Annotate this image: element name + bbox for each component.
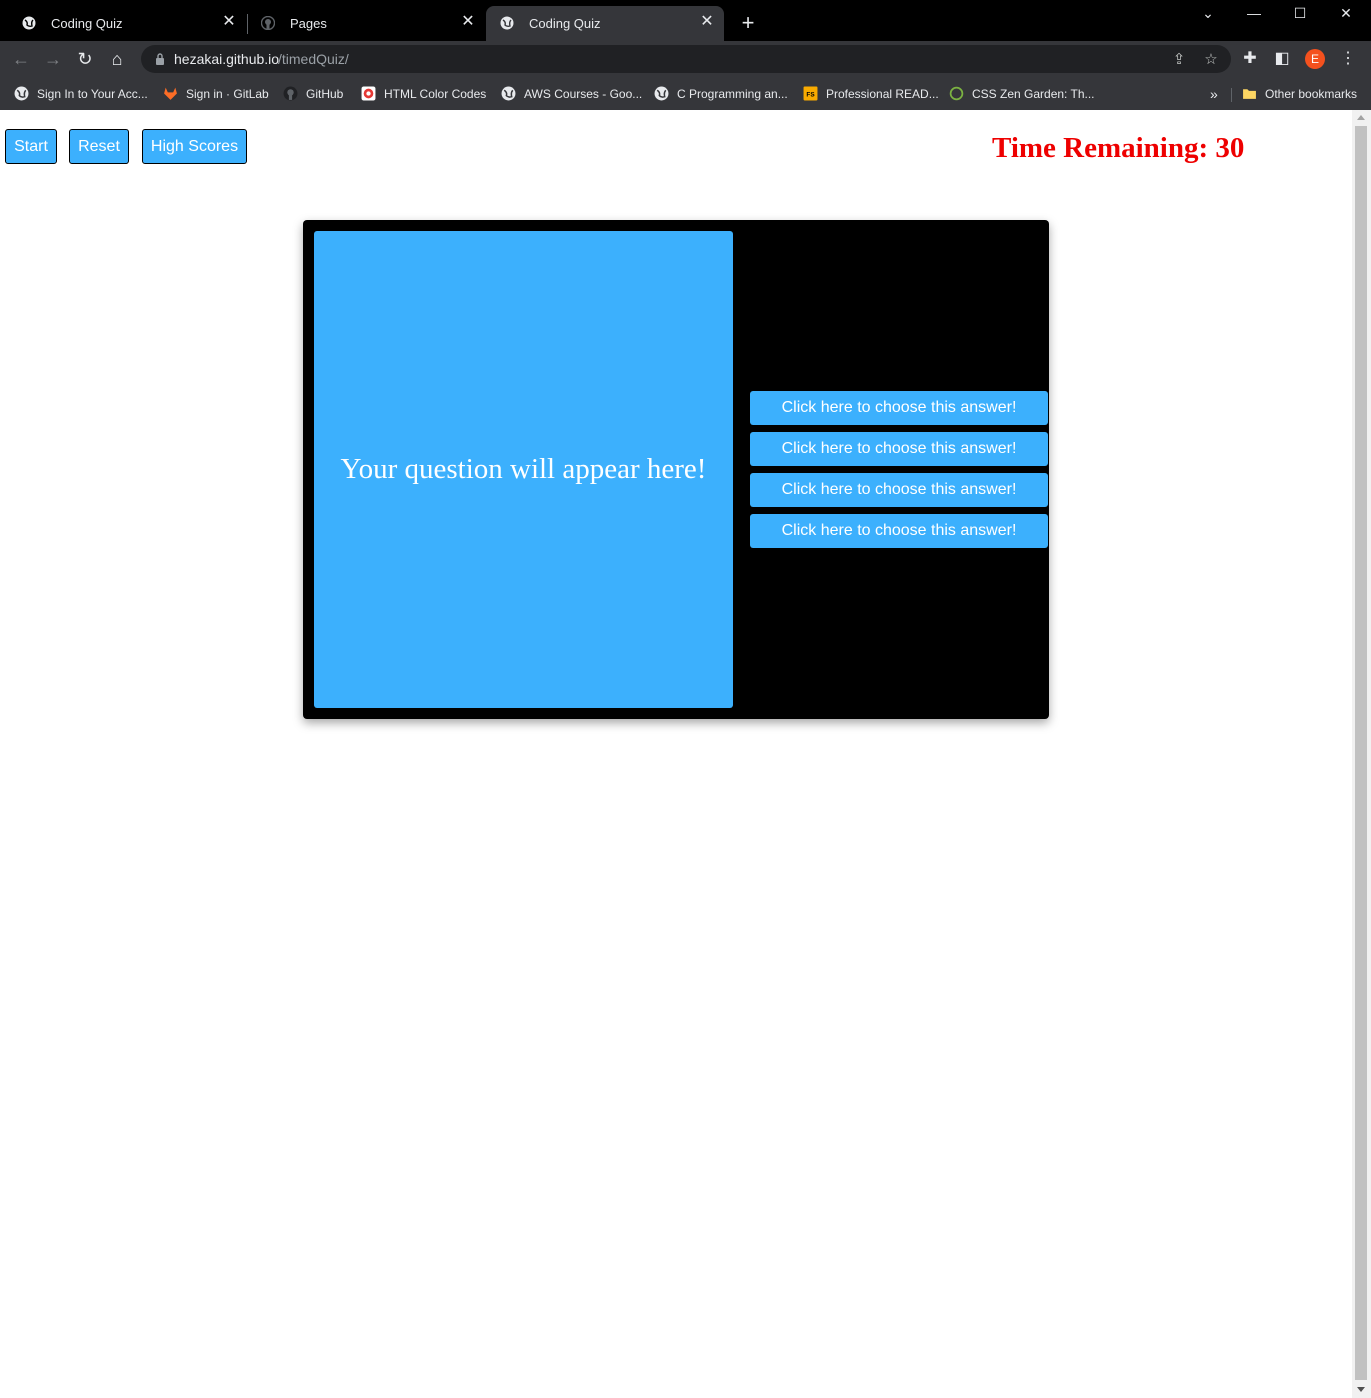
close-window-icon[interactable]: ✕ — [1330, 4, 1362, 24]
tab-pages[interactable]: Pages ✕ — [247, 6, 485, 41]
svg-text:FS: FS — [806, 92, 815, 99]
bookmark-label: Sign in · GitLab — [186, 87, 269, 101]
bookmarks-bar: Sign In to Your Acc... Sign in · GitLab … — [0, 77, 1371, 110]
start-button[interactable]: Start — [5, 129, 57, 164]
folder-icon — [1243, 89, 1256, 100]
bookmark-item[interactable]: Sign In to Your Acc... — [14, 83, 148, 105]
globe-icon — [500, 16, 514, 30]
back-icon[interactable]: ← — [9, 47, 33, 71]
other-bookmarks-label: Other bookmarks — [1265, 87, 1358, 101]
reset-button[interactable]: Reset — [69, 129, 129, 164]
menu-icon[interactable]: ⋮ — [1336, 47, 1360, 71]
bookmark-item[interactable]: AWS Courses - Goo... — [501, 83, 642, 105]
bookmarks-separator — [1231, 88, 1232, 102]
html-color-codes-icon — [361, 86, 376, 101]
globe-icon — [654, 86, 669, 101]
bookmark-item[interactable]: CSS Zen Garden: Th... — [949, 83, 1095, 105]
time-remaining: Time Remaining: 30 — [992, 132, 1245, 164]
browser-toolbar: ← → ↻ ⌂ hezakai.github.io /timedQuiz/ ⇪ … — [0, 41, 1371, 77]
github-icon — [261, 16, 275, 30]
maximize-icon[interactable]: ☐ — [1284, 4, 1316, 24]
tab-search-chevron-icon[interactable]: ⌄ — [1192, 4, 1224, 24]
bookmark-label: C Programming an... — [677, 87, 788, 101]
scrollbar-thumb[interactable] — [1355, 126, 1367, 1380]
bookmark-label: CSS Zen Garden: Th... — [972, 87, 1095, 101]
globe-icon — [14, 86, 29, 101]
high-scores-button[interactable]: High Scores — [142, 129, 247, 164]
tab-coding-quiz-1[interactable]: Coding Quiz ✕ — [8, 6, 246, 41]
answer-button-3[interactable]: Click here to choose this answer! — [750, 473, 1048, 507]
bookmark-label: AWS Courses - Goo... — [524, 87, 643, 101]
url-host: hezakai.github.io — [174, 51, 280, 67]
answer-button-1[interactable]: Click here to choose this answer! — [750, 391, 1048, 425]
reload-icon[interactable]: ↻ — [73, 47, 97, 71]
browser-chrome: Coding Quiz ✕ Pages ✕ Coding Quiz ✕ + ⌄ … — [0, 0, 1371, 110]
answer-button-4[interactable]: Click here to choose this answer! — [750, 514, 1048, 548]
gitlab-icon — [164, 87, 177, 101]
github-icon — [283, 86, 298, 101]
bookmark-item[interactable]: FS Professional READ... — [803, 83, 939, 105]
tab-title: Coding Quiz — [529, 16, 601, 31]
lock-icon — [156, 53, 164, 65]
extensions-icon[interactable]: ✚ — [1238, 47, 1262, 71]
url-path: /timedQuiz/ — [278, 51, 349, 67]
bookmark-label: GitHub — [306, 87, 344, 101]
other-bookmarks[interactable]: Other bookmarks — [1242, 83, 1357, 105]
profile-avatar[interactable]: E — [1305, 49, 1325, 69]
bookmark-label: Professional READ... — [826, 87, 939, 101]
new-tab-icon[interactable]: + — [736, 12, 760, 36]
bookmark-item[interactable]: HTML Color Codes — [361, 83, 486, 105]
bookmark-label: Sign In to Your Acc... — [37, 87, 148, 101]
quiz-card: Your question will appear here! Click he… — [303, 220, 1049, 719]
globe-icon — [22, 16, 36, 30]
tab-coding-quiz-2[interactable]: Coding Quiz ✕ — [486, 6, 724, 41]
bookmark-item[interactable]: Sign in · GitLab — [163, 83, 269, 105]
side-panel-icon[interactable]: ◧ — [1270, 47, 1294, 71]
vertical-scrollbar[interactable] — [1352, 110, 1371, 1398]
home-icon[interactable]: ⌂ — [105, 47, 129, 71]
question-text: Your question will appear here! — [340, 453, 707, 485]
bookmark-item[interactable]: GitHub — [283, 83, 343, 105]
minimize-icon[interactable]: — — [1238, 4, 1270, 24]
share-icon[interactable]: ⇪ — [1170, 51, 1188, 69]
close-tab-icon[interactable]: ✕ — [220, 13, 238, 31]
tab-title: Coding Quiz — [51, 16, 123, 31]
page-viewport: Start Reset High Scores Time Remaining: … — [0, 110, 1352, 1398]
bookmark-label: HTML Color Codes — [384, 87, 487, 101]
close-tab-icon[interactable]: ✕ — [459, 13, 477, 31]
tab-title: Pages — [290, 16, 327, 31]
tab-strip: Coding Quiz ✕ Pages ✕ Coding Quiz ✕ + ⌄ … — [0, 0, 1371, 41]
scroll-up-icon[interactable] — [1357, 115, 1365, 120]
more-bookmarks-icon[interactable]: » — [1210, 83, 1218, 105]
globe-icon — [501, 86, 516, 101]
forward-icon[interactable]: → — [41, 47, 65, 71]
zen-garden-icon — [949, 87, 964, 101]
answer-button-2[interactable]: Click here to choose this answer! — [750, 432, 1048, 466]
address-bar[interactable]: hezakai.github.io /timedQuiz/ ⇪ ☆ — [141, 45, 1231, 73]
close-tab-icon[interactable]: ✕ — [698, 13, 716, 31]
bookmark-item[interactable]: C Programming an... — [654, 83, 788, 105]
question-panel: Your question will appear here! — [314, 231, 733, 708]
star-icon[interactable]: ☆ — [1202, 51, 1220, 69]
scroll-down-icon[interactable] — [1357, 1387, 1365, 1392]
fs-icon: FS — [803, 86, 818, 101]
